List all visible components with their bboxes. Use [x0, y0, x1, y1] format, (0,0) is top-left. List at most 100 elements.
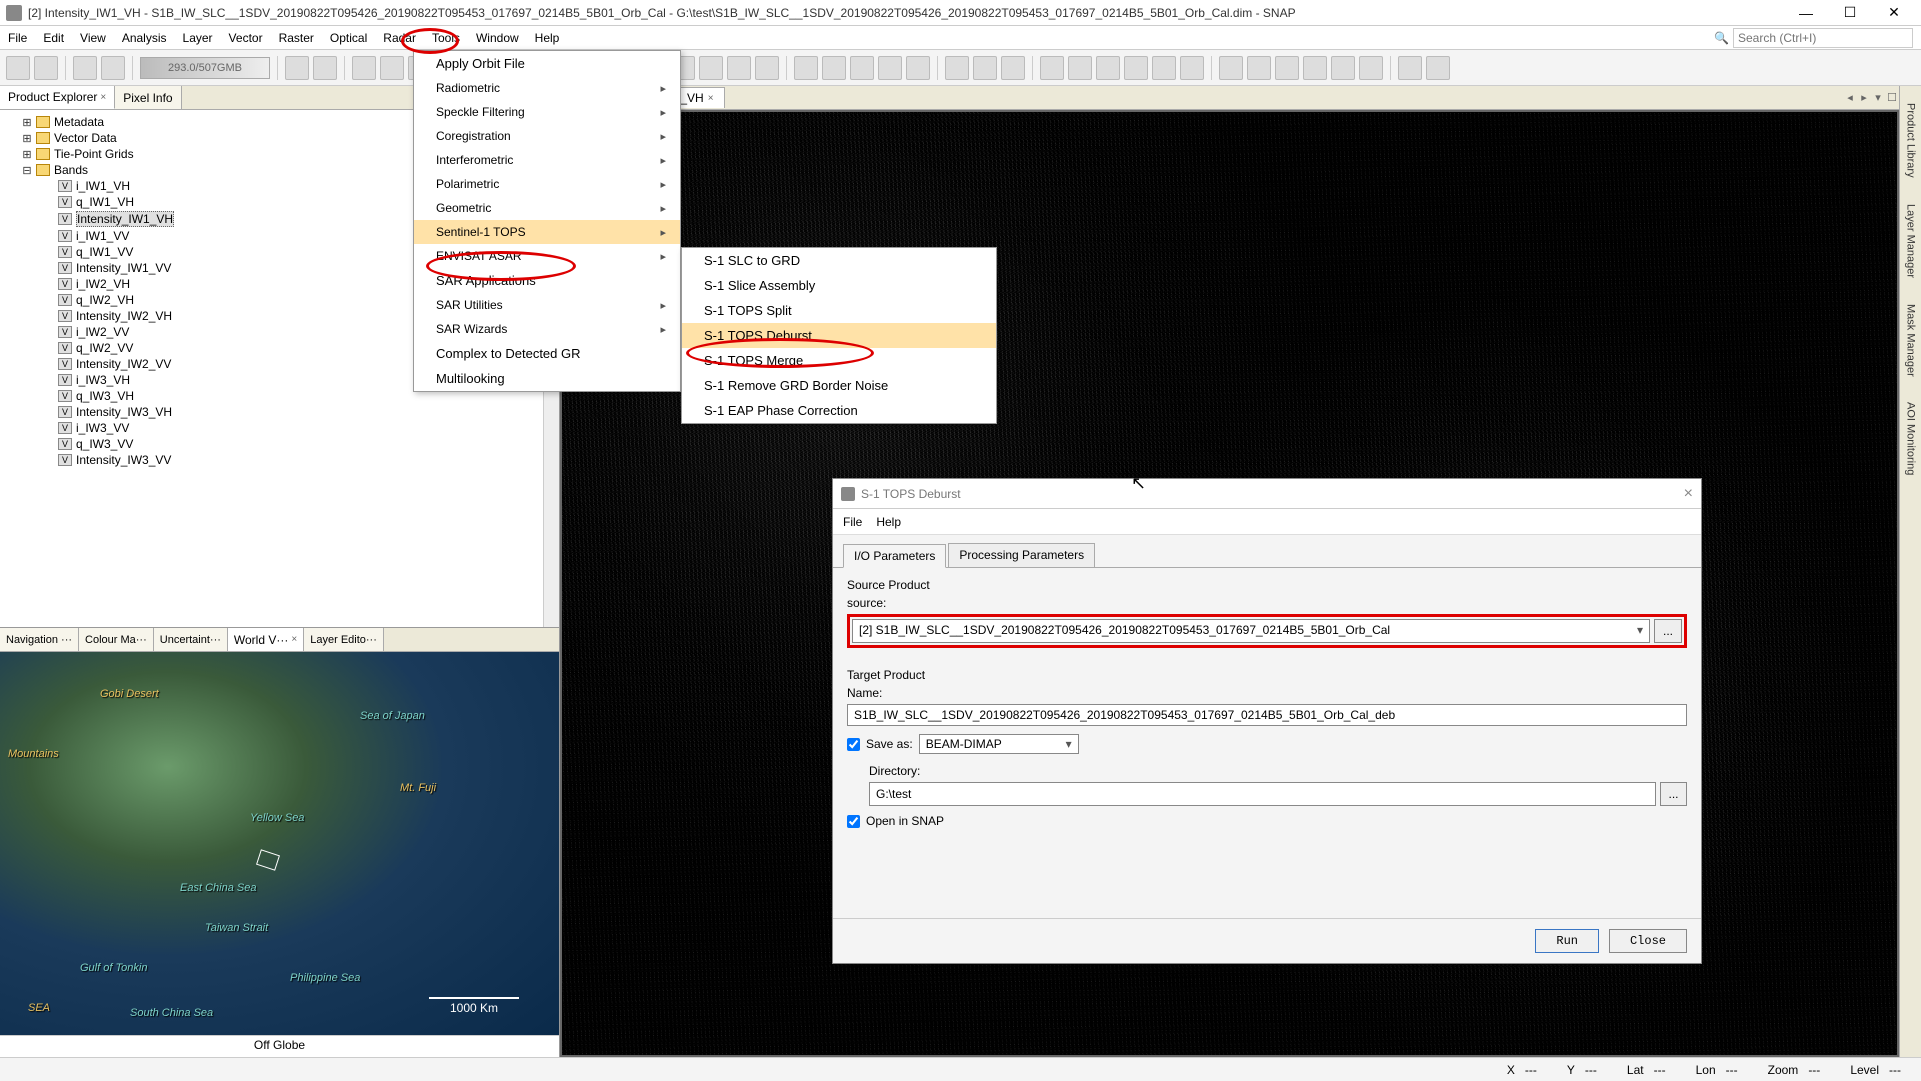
- tree-band-item[interactable]: VIntensity_IW3_VV: [4, 452, 555, 468]
- close-window-button[interactable]: ✕: [1881, 3, 1907, 23]
- tab-uncertainty[interactable]: Uncertaint···: [154, 628, 228, 651]
- tab-pixel-info[interactable]: Pixel Info: [115, 86, 181, 109]
- menu-tools[interactable]: Tools: [424, 28, 468, 48]
- toolbar-button[interactable]: [1426, 56, 1450, 80]
- format-select[interactable]: BEAM-DIMAP: [919, 734, 1079, 754]
- menu-multilooking[interactable]: Multilooking: [414, 366, 680, 391]
- tree-bands[interactable]: Bands: [54, 163, 88, 177]
- menu-tops-merge[interactable]: S-1 TOPS Merge: [682, 348, 996, 373]
- tab-io-parameters[interactable]: I/O Parameters: [843, 544, 946, 568]
- source-product-combo[interactable]: [2] S1B_IW_SLC__1SDV_20190822T095426_201…: [852, 619, 1650, 643]
- toolbar-undo[interactable]: [73, 56, 97, 80]
- tree-band-item[interactable]: VIntensity_IW3_VH: [4, 404, 555, 420]
- toolbar-button[interactable]: [1303, 56, 1327, 80]
- directory-input[interactable]: [869, 782, 1656, 806]
- menu-sentinel1-tops[interactable]: Sentinel-1 TOPS: [414, 220, 680, 244]
- menu-tops-split[interactable]: S-1 TOPS Split: [682, 298, 996, 323]
- vtab-product-library[interactable]: Product Library: [1902, 96, 1920, 185]
- toolbar-button[interactable]: [699, 56, 723, 80]
- maximize-button[interactable]: ☐: [1837, 3, 1863, 23]
- toolbar-button[interactable]: [6, 56, 30, 80]
- vtab-mask-manager[interactable]: Mask Manager: [1902, 297, 1920, 384]
- toolbar-button[interactable]: [1247, 56, 1271, 80]
- toolbar-button[interactable]: [313, 56, 337, 80]
- menu-slc-to-grd[interactable]: S-1 SLC to GRD: [682, 248, 996, 273]
- target-name-input[interactable]: [847, 704, 1687, 726]
- tab-navigation[interactable]: Navigation ···: [0, 628, 79, 651]
- toolbar-button[interactable]: [285, 56, 309, 80]
- toolbar-button[interactable]: [380, 56, 404, 80]
- menu-sar-applications[interactable]: SAR Applications: [414, 268, 680, 293]
- toolbar-pointer[interactable]: [1040, 56, 1064, 80]
- menu-tops-deburst[interactable]: S-1 TOPS Deburst: [682, 323, 996, 348]
- toolbar-button[interactable]: [945, 56, 969, 80]
- menu-vector[interactable]: Vector: [221, 28, 271, 48]
- menu-coregistration[interactable]: Coregistration: [414, 124, 680, 148]
- tree-band-item[interactable]: Vq_IW3_VV: [4, 436, 555, 452]
- menu-eap-phase[interactable]: S-1 EAP Phase Correction: [682, 398, 996, 423]
- world-view-map[interactable]: Gobi Desert Mountains Sea of Japan Mt. F…: [0, 652, 559, 1035]
- toolbar-button[interactable]: [850, 56, 874, 80]
- tree-band-item[interactable]: Vi_IW3_VV: [4, 420, 555, 436]
- dialog-menu-file[interactable]: File: [843, 515, 862, 529]
- menu-raster[interactable]: Raster: [271, 28, 322, 48]
- toolbar-button[interactable]: [755, 56, 779, 80]
- tab-next[interactable]: ▸: [1857, 91, 1871, 105]
- vtab-layer-manager[interactable]: Layer Manager: [1902, 197, 1920, 285]
- tab-maximize[interactable]: ☐: [1885, 91, 1899, 105]
- toolbar-button[interactable]: [906, 56, 930, 80]
- toolbar-button[interactable]: [1359, 56, 1383, 80]
- source-browse-button[interactable]: ...: [1654, 619, 1682, 643]
- toolbar-button[interactable]: [973, 56, 997, 80]
- toolbar-button[interactable]: [1398, 56, 1422, 80]
- menu-slice-assembly[interactable]: S-1 Slice Assembly: [682, 273, 996, 298]
- menu-edit[interactable]: Edit: [35, 28, 72, 48]
- tab-dropdown[interactable]: ▾: [1871, 91, 1885, 105]
- menu-optical[interactable]: Optical: [322, 28, 375, 48]
- toolbar-pan[interactable]: [1068, 56, 1092, 80]
- tree-vector-data[interactable]: Vector Data: [54, 131, 117, 145]
- menu-sar-wizards[interactable]: SAR Wizards: [414, 317, 680, 341]
- menu-remove-border-noise[interactable]: S-1 Remove GRD Border Noise: [682, 373, 996, 398]
- menu-geometric[interactable]: Geometric: [414, 196, 680, 220]
- menu-envisat[interactable]: ENVISAT ASAR: [414, 244, 680, 268]
- menu-complex-detected[interactable]: Complex to Detected GR: [414, 341, 680, 366]
- open-in-snap-checkbox[interactable]: [847, 815, 860, 828]
- tab-colour[interactable]: Colour Ma···: [79, 628, 154, 651]
- memory-indicator[interactable]: 293.0/507GMB: [140, 57, 270, 79]
- menu-analysis[interactable]: Analysis: [114, 28, 175, 48]
- save-as-checkbox[interactable]: [847, 738, 860, 751]
- tab-product-explorer[interactable]: Product Explorer×: [0, 86, 115, 109]
- close-button[interactable]: Close: [1609, 929, 1687, 953]
- menu-view[interactable]: View: [72, 28, 114, 48]
- dialog-title-bar[interactable]: S-1 TOPS Deburst ×: [833, 479, 1701, 509]
- run-button[interactable]: Run: [1535, 929, 1599, 953]
- menu-polarimetric[interactable]: Polarimetric: [414, 172, 680, 196]
- toolbar-zoom[interactable]: [1096, 56, 1120, 80]
- toolbar-button[interactable]: [1275, 56, 1299, 80]
- toolbar-redo[interactable]: [101, 56, 125, 80]
- tab-layer-editor[interactable]: Layer Edito···: [304, 628, 384, 651]
- menu-radar[interactable]: Radar: [375, 28, 424, 48]
- vtab-aoi-monitoring[interactable]: AOI Monitoring: [1902, 395, 1920, 482]
- minimize-button[interactable]: —: [1793, 3, 1819, 23]
- toolbar-button[interactable]: [34, 56, 58, 80]
- menu-help[interactable]: Help: [527, 28, 568, 48]
- toolbar-button[interactable]: [878, 56, 902, 80]
- tree-tiepoint[interactable]: Tie-Point Grids: [54, 147, 134, 161]
- menu-layer[interactable]: Layer: [175, 28, 221, 48]
- menu-interferometric[interactable]: Interferometric: [414, 148, 680, 172]
- menu-speckle[interactable]: Speckle Filtering: [414, 100, 680, 124]
- tab-world-view[interactable]: World V··· ×: [228, 628, 304, 651]
- menu-window[interactable]: Window: [468, 28, 527, 48]
- toolbar-button[interactable]: [1219, 56, 1243, 80]
- close-tab-icon[interactable]: ×: [708, 93, 714, 104]
- toolbar-button[interactable]: [794, 56, 818, 80]
- menu-file[interactable]: File: [0, 28, 35, 48]
- menu-sar-utilities[interactable]: SAR Utilities: [414, 293, 680, 317]
- dialog-close-button[interactable]: ×: [1684, 485, 1693, 503]
- toolbar-button[interactable]: [1331, 56, 1355, 80]
- toolbar-button[interactable]: [1001, 56, 1025, 80]
- toolbar-button[interactable]: [822, 56, 846, 80]
- tree-metadata[interactable]: Metadata: [54, 115, 104, 129]
